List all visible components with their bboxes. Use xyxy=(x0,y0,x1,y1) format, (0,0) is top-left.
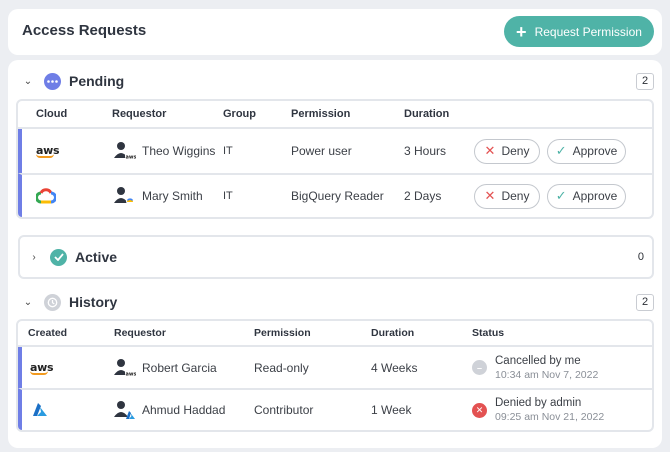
status-timestamp: 10:34 am Nov 7, 2022 xyxy=(495,368,599,381)
col-cloud: Cloud xyxy=(36,108,68,120)
plus-icon: + xyxy=(516,21,527,42)
table-row: aws aws Robert Garcia Read-only 4 Weeks … xyxy=(18,347,652,388)
user-azure-icon xyxy=(114,401,135,419)
chevron-down-icon[interactable]: ⌄ xyxy=(22,76,34,87)
status-text: Denied by admin xyxy=(495,397,582,409)
close-icon: ✕ xyxy=(484,188,496,203)
chevron-down-icon[interactable]: ⌄ xyxy=(22,297,34,308)
table-row: aws aws Theo Wiggins IT Power user 3 Hou… xyxy=(18,129,652,173)
history-count-badge: 2 xyxy=(636,293,654,311)
deny-button[interactable]: ✕ Deny xyxy=(474,183,540,209)
col-duration: Duration xyxy=(371,327,415,339)
header-bar: Access Requests + Request Permission xyxy=(8,9,662,55)
requestor-name: Theo Wiggins xyxy=(142,144,216,158)
user-gcp-icon xyxy=(114,187,134,205)
chevron-right-icon[interactable]: › xyxy=(28,252,40,263)
col-requestor: Requestor xyxy=(114,327,166,339)
actions-cell: ✕ Deny ✓ Approve xyxy=(474,138,626,164)
aws-logo: aws xyxy=(30,360,54,375)
permission-cell: Contributor xyxy=(254,403,314,417)
pending-table: Cloud Requestor Group Permission Duratio… xyxy=(16,99,654,219)
pending-section-header[interactable]: ⌄ Pending 2 xyxy=(22,69,654,93)
col-status: Status xyxy=(472,327,505,339)
check-icon: ✓ xyxy=(555,143,567,158)
cancelled-icon: – xyxy=(472,360,487,375)
requestor-cell: aws Theo Wiggins xyxy=(94,141,223,161)
requests-panel: ⌄ Pending 2 Cloud Requestor Group Permis… xyxy=(8,60,662,448)
status-timestamp: 09:25 am Nov 21, 2022 xyxy=(495,411,605,423)
col-permission: Permission xyxy=(254,327,311,339)
table-row: Ahmud Haddad Contributor 1 Week ✕ Denied… xyxy=(18,388,652,430)
aws-logo: aws xyxy=(36,144,60,158)
request-permission-button[interactable]: + Request Permission xyxy=(504,16,654,47)
status-cell: – Cancelled by me 10:34 am Nov 7, 2022 xyxy=(472,355,598,381)
actions-cell: ✕ Deny ✓ Approve xyxy=(474,183,626,209)
requestor-cell: Ahmud Haddad xyxy=(104,400,254,420)
col-created: Created xyxy=(28,327,68,339)
azure-logo xyxy=(22,403,104,417)
history-table-header: Created Requestor Permission Duration St… xyxy=(18,321,652,347)
col-group: Group xyxy=(223,108,256,120)
svg-text:aws: aws xyxy=(126,155,137,161)
approve-button[interactable]: ✓ Approve xyxy=(547,138,626,164)
requestor-name: Mary Smith xyxy=(142,189,203,203)
request-permission-label: Request Permission xyxy=(534,24,642,39)
google-cloud-logo xyxy=(22,188,94,204)
pending-title: Pending xyxy=(69,73,125,89)
duration-cell: 4 Weeks xyxy=(371,360,418,375)
deny-label: Deny xyxy=(501,189,530,203)
close-icon: ✕ xyxy=(484,143,496,158)
requestor-cell: Mary Smith xyxy=(94,186,223,206)
permission-cell: Power user xyxy=(291,144,352,158)
svg-text:aws: aws xyxy=(126,371,137,377)
permission-cell: Read-only xyxy=(254,360,309,375)
col-duration: Duration xyxy=(404,108,450,120)
duration-cell: 2 Days xyxy=(404,189,442,203)
status-text: Cancelled by me xyxy=(495,354,581,367)
group-cell: IT xyxy=(223,145,233,157)
deny-label: Deny xyxy=(501,144,530,158)
page-title: Access Requests xyxy=(22,22,147,39)
check-circle-icon xyxy=(50,248,67,266)
pending-table-header: Cloud Requestor Group Permission Duratio… xyxy=(18,101,652,129)
requestor-name: Robert Garcia xyxy=(142,360,217,375)
user-aws-icon: aws xyxy=(114,358,137,377)
check-icon: ✓ xyxy=(555,188,567,203)
more-dots-icon xyxy=(44,72,61,90)
duration-cell: 3 Hours xyxy=(404,144,447,158)
active-count: 0 xyxy=(637,251,644,263)
history-title: History xyxy=(69,294,118,310)
approve-button[interactable]: ✓ Approve xyxy=(547,183,626,209)
user-aws-icon: aws xyxy=(114,142,137,161)
clock-icon xyxy=(44,293,61,311)
col-permission: Permission xyxy=(291,108,351,120)
col-requestor: Requestor xyxy=(112,108,167,120)
requestor-name: Ahmud Haddad xyxy=(142,403,226,417)
history-section-header[interactable]: ⌄ History 2 xyxy=(22,290,654,314)
group-cell: IT xyxy=(223,190,233,202)
pending-count-badge: 2 xyxy=(636,72,654,90)
table-row: Mary Smith IT BigQuery Reader 2 Days ✕ De… xyxy=(18,173,652,217)
status-cell: ✕ Denied by admin 09:25 am Nov 21, 2022 xyxy=(472,397,604,423)
denied-icon: ✕ xyxy=(472,402,487,418)
approve-label: Approve xyxy=(572,144,618,158)
deny-button[interactable]: ✕ Deny xyxy=(474,138,540,164)
permission-cell: BigQuery Reader xyxy=(291,189,384,203)
active-section-header[interactable]: › Active 0 xyxy=(18,235,654,279)
approve-label: Approve xyxy=(572,189,618,203)
active-title: Active xyxy=(75,249,118,265)
requestor-cell: aws Robert Garcia xyxy=(104,358,254,378)
history-table: Created Requestor Permission Duration St… xyxy=(16,319,654,432)
duration-cell: 1 Week xyxy=(371,403,412,417)
